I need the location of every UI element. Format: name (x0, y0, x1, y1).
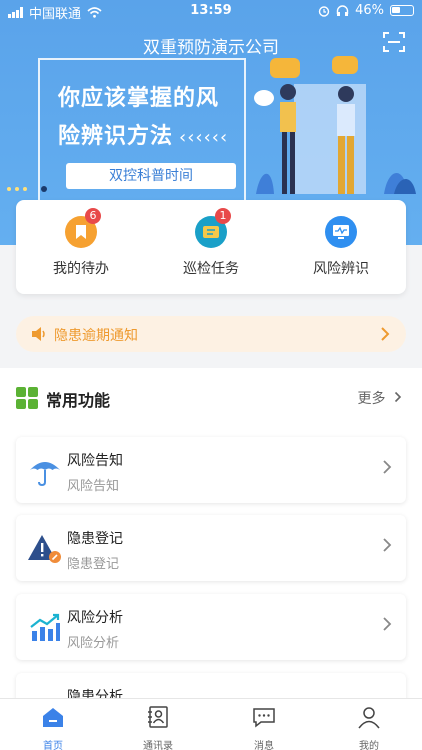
function-title: 风险分析 (67, 610, 123, 626)
carousel-dots (7, 186, 47, 192)
chevron-right-icon (394, 391, 402, 403)
profile-icon (358, 707, 380, 729)
battery-icon (390, 5, 414, 16)
speaker-icon (32, 327, 45, 341)
function-title: 风险告知 (67, 453, 123, 469)
tab-contacts[interactable]: 通讯录 (118, 705, 198, 750)
banner-headline-2-text: 险辨识方法 (58, 124, 174, 149)
function-item-risk-notice[interactable]: 风险告知 风险告知 (16, 437, 406, 503)
quick-actions-card: 6 我的待办 1 巡检任务 风险辨识 (16, 200, 406, 294)
chevron-right-icon (383, 538, 392, 552)
chevron-right-icon (383, 460, 392, 474)
function-subtitle: 隐患登记 (67, 557, 120, 572)
umbrella-icon (30, 462, 60, 487)
overdue-notice-bar[interactable]: 隐患逾期通知 (16, 316, 406, 352)
function-subtitle: 风险分析 (67, 636, 120, 651)
tab-label: 消息 (254, 741, 274, 750)
quick-action-inspection[interactable]: 1 巡检任务 (151, 208, 271, 278)
tab-label: 首页 (43, 741, 63, 750)
home-icon (43, 708, 63, 727)
tab-profile[interactable]: 我的 (329, 705, 409, 750)
headphones-icon (336, 4, 349, 16)
chevron-right-icon (381, 327, 390, 341)
chart-icon (30, 613, 60, 641)
quick-action-label: 巡检任务 (183, 261, 239, 277)
section-header: 常用功能 更多 (16, 386, 406, 410)
tab-home[interactable]: 首页 (13, 705, 93, 750)
chevron-right-icon (383, 617, 392, 631)
tab-label: 我的 (359, 741, 379, 750)
contacts-icon (148, 706, 168, 728)
banner-card: 你应该掌握的风 险辨识方法 ‹‹‹‹‹‹ 双控科普时间 (38, 58, 246, 203)
tab-label: 通讯录 (143, 741, 173, 750)
quick-action-risk-identify[interactable]: 风险辨识 (281, 216, 401, 278)
battery-percent: 46% (355, 3, 384, 18)
chevrons-decor: ‹‹‹‹‹‹ (179, 127, 229, 148)
more-label: 更多 (357, 391, 386, 407)
banner-headline-1: 你应该掌握的风 (58, 86, 220, 111)
tab-messages[interactable]: 消息 (224, 705, 304, 750)
inspection-icon: 1 (195, 208, 231, 248)
monitor-icon (325, 216, 357, 248)
quick-action-label: 我的待办 (53, 261, 109, 277)
banner-pill: 双控科普时间 (66, 163, 236, 189)
bottom-tab-bar: 首页 通讯录 消息 我的 (0, 698, 422, 750)
grid-icon (16, 387, 38, 409)
inspection-badge: 1 (215, 208, 231, 224)
status-bar: 中国联通 13:59 46% (0, 0, 422, 22)
function-title: 隐患登记 (67, 531, 123, 547)
message-icon (253, 708, 275, 728)
todo-badge: 6 (85, 208, 101, 224)
alarm-icon (318, 5, 330, 17)
section-title: 常用功能 (46, 391, 111, 410)
quick-action-todo[interactable]: 6 我的待办 (21, 208, 141, 278)
banner-headline-2: 险辨识方法 ‹‹‹‹‹‹ (58, 118, 228, 150)
function-subtitle: 风险告知 (67, 479, 120, 494)
more-link[interactable]: 更多 (358, 388, 402, 408)
function-item-hazard-register[interactable]: 隐患登记 隐患登记 (16, 515, 406, 581)
quick-action-label: 风险辨识 (313, 261, 369, 277)
function-item-risk-analysis[interactable]: 风险分析 风险分析 (16, 594, 406, 660)
bookmark-icon: 6 (65, 208, 101, 248)
people-illustration (254, 56, 416, 194)
notice-text: 隐患逾期通知 (54, 328, 138, 344)
warning-icon (28, 535, 61, 563)
scan-icon[interactable] (382, 30, 406, 54)
